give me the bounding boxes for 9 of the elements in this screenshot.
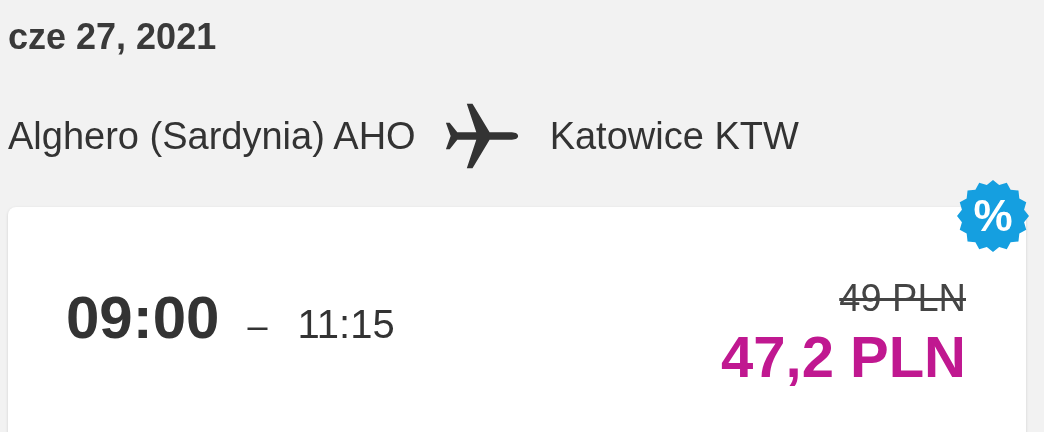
time-separator: – [247, 305, 268, 347]
flight-date: cze 27, 2021 [8, 16, 217, 58]
old-price: 49 PLN [839, 276, 966, 321]
discount-price: 47,2 PLN [721, 323, 966, 391]
departure-time: 09:00 [66, 283, 220, 352]
origin-airport: Alghero (Sardynia) AHO [8, 114, 416, 158]
discount-badge: % [957, 180, 1029, 252]
arrival-time: 11:15 [297, 302, 395, 347]
destination-airport: Katowice KTW [549, 114, 799, 158]
